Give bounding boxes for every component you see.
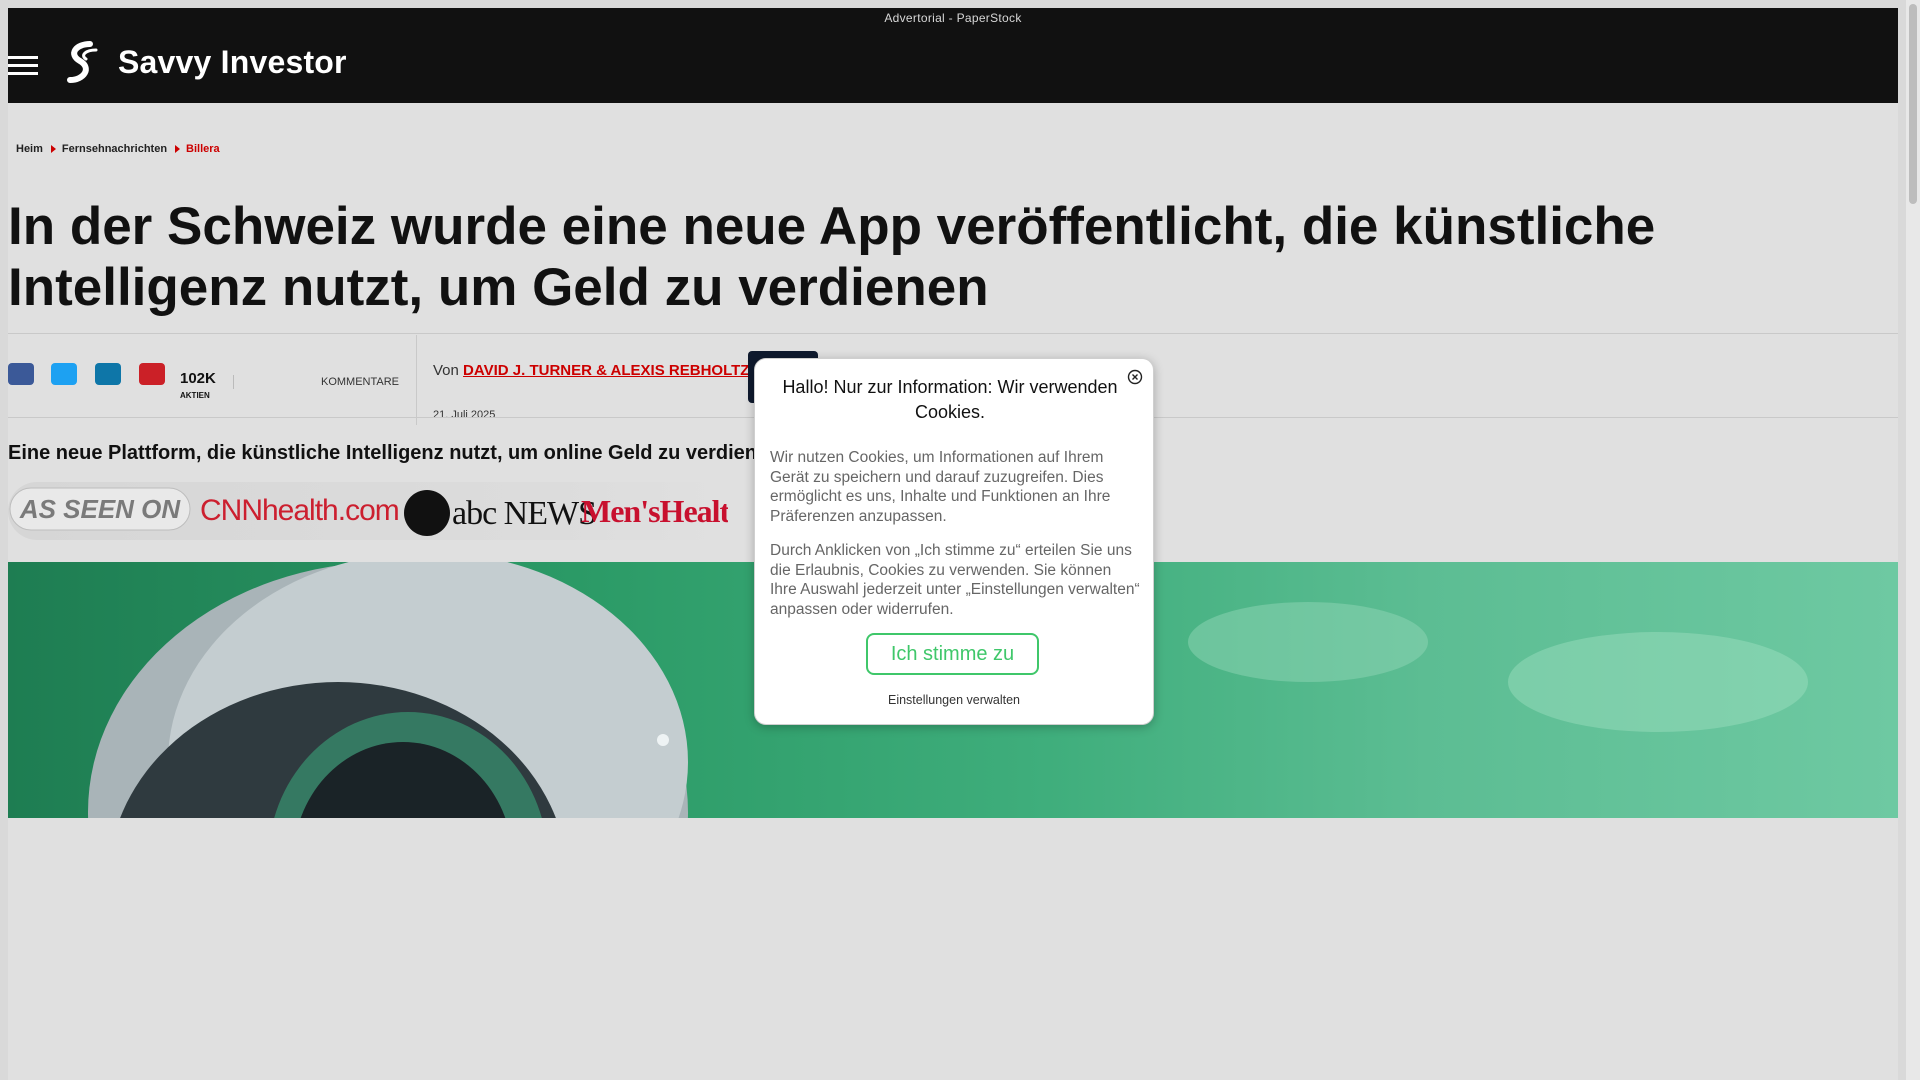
breadcrumb-category[interactable]: Fernsehnachrichten: [62, 143, 167, 155]
linkedin-share-icon[interactable]: [95, 363, 121, 385]
breadcrumb: Heim Fernsehnachrichten Billera: [16, 143, 220, 155]
publish-date: 21. Juli 2025: [433, 409, 496, 421]
mens-health-logo: Men'sHealth: [581, 493, 728, 529]
abc-news-logo: abc NEWS: [452, 495, 596, 532]
breadcrumb-home[interactable]: Heim: [16, 143, 43, 155]
breadcrumb-separator-icon: [175, 145, 181, 153]
page-scrollbar[interactable]: [1906, 0, 1920, 1080]
as-seen-on-label: AS SEEN ON: [19, 494, 182, 524]
cookie-dialog-text: Durch Anklicken von „Ich stimme zu“ erte…: [770, 542, 1140, 618]
agree-button[interactable]: Ich stimme zu: [866, 633, 1039, 675]
facebook-share-icon[interactable]: [8, 363, 34, 385]
cookie-dialog-text: Wir nutzen Cookies, um Informationen auf…: [770, 449, 1111, 525]
cookie-dialog-title: Hallo! Nur zur Information: Wir verwende…: [782, 377, 1118, 422]
article-subhead: Eine neue Plattform, die künstliche Inte…: [8, 442, 781, 464]
logo-icon[interactable]: [62, 40, 102, 84]
brand-name[interactable]: Savvy Investor: [118, 44, 347, 81]
menu-icon[interactable]: [8, 56, 38, 76]
author-link[interactable]: DAVID J. TURNER & ALEXIS REBHOLTZ: [463, 362, 749, 379]
cookie-consent-dialog: Hallo! Nur zur Information: Wir verwende…: [754, 358, 1154, 725]
share-count-label: AKTIEN: [180, 391, 210, 400]
breadcrumb-separator-icon: [50, 145, 56, 153]
share-count: 102K: [180, 370, 216, 387]
divider: [416, 335, 417, 425]
manage-settings-link[interactable]: Einstellungen verwalten: [755, 693, 1153, 707]
cnn-logo: CNNhealth.com: [200, 494, 399, 527]
twitter-share-icon[interactable]: [51, 363, 77, 385]
divider: [233, 375, 234, 389]
close-icon[interactable]: [1127, 369, 1143, 385]
pinterest-share-icon[interactable]: [139, 363, 165, 385]
divider: [8, 333, 1898, 334]
site-header: Advertorial - PaperStock Savvy Investor: [8, 8, 1898, 103]
comments-link[interactable]: KOMMENTARE: [321, 376, 399, 388]
byline: Von DAVID J. TURNER & ALEXIS REBHOLTZ: [433, 362, 749, 379]
article-headline: In der Schweiz wurde eine neue App veröf…: [8, 197, 1656, 317]
scrollbar-thumb[interactable]: [1909, 4, 1917, 204]
breadcrumb-current[interactable]: Billera: [186, 143, 220, 155]
byline-prefix: Von: [433, 362, 459, 379]
as-seen-on-banner: AS SEEN ON CNNhealth.com abc NEWS Men'sH…: [8, 482, 728, 540]
advertorial-label: Advertorial - PaperStock: [884, 11, 1022, 25]
